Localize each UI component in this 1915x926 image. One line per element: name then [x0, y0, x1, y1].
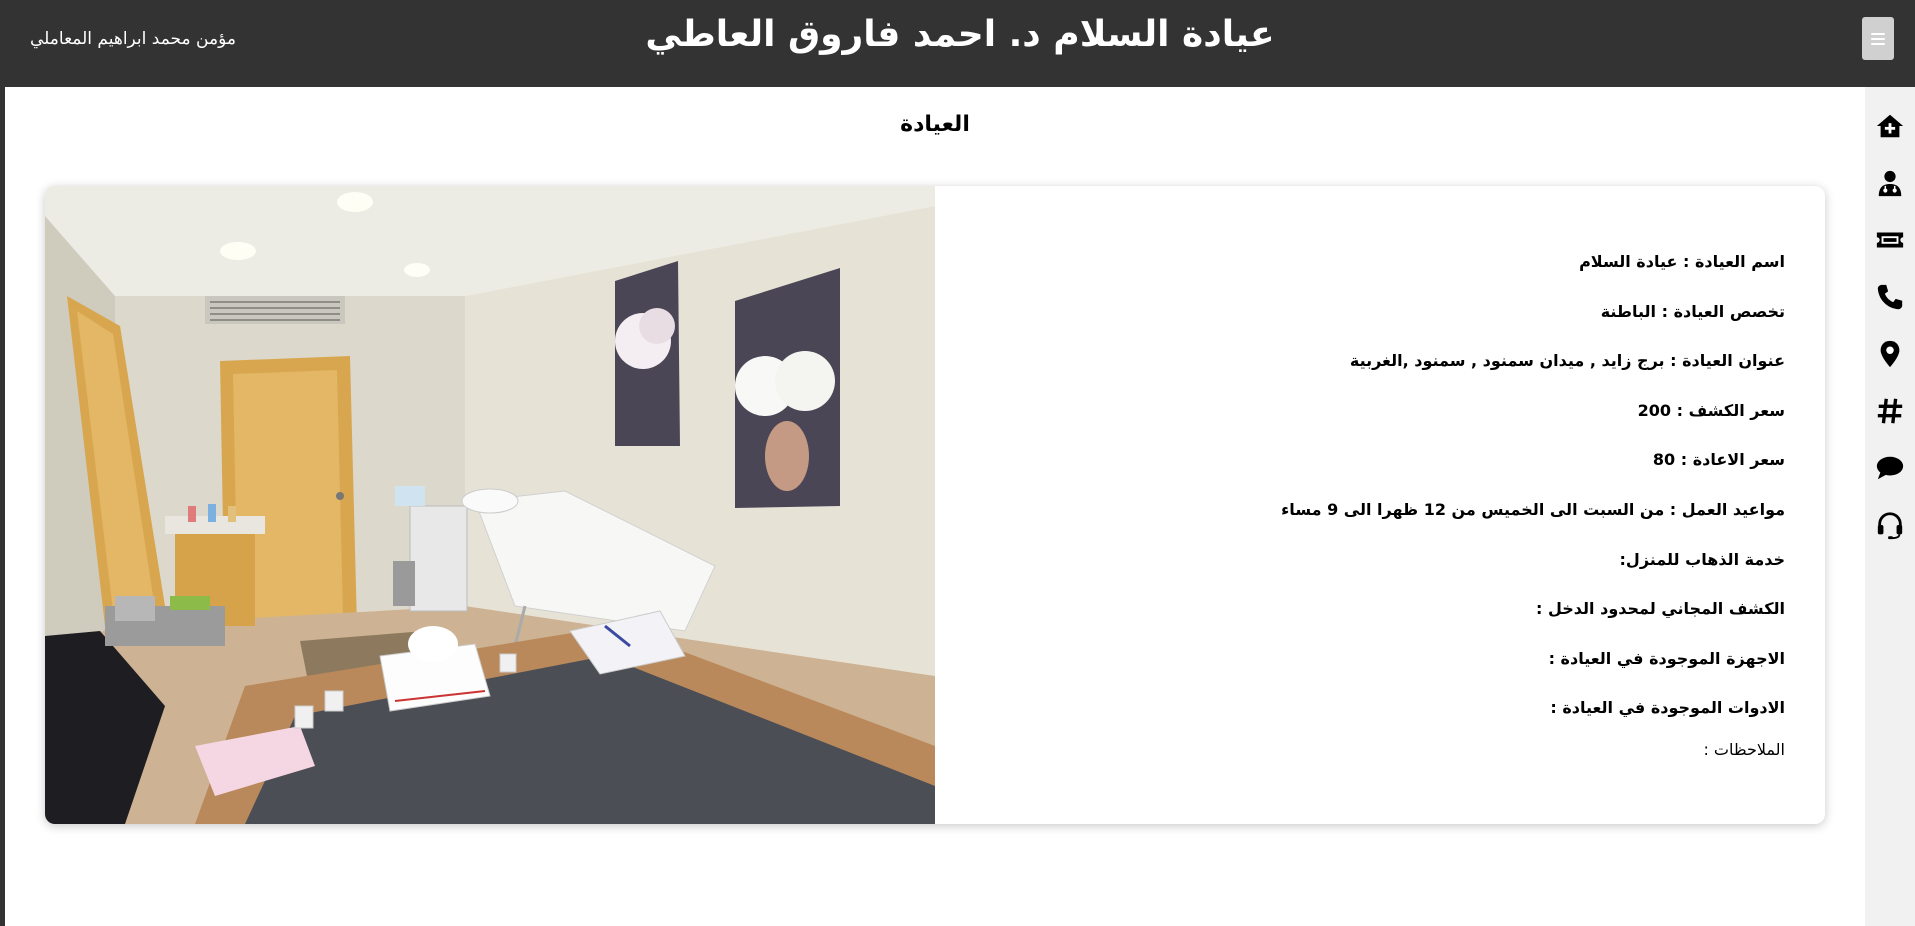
clinic-info: اسم العيادة : عيادة السلام تخصص العيادة … [965, 251, 1785, 789]
home-plus-icon [1876, 114, 1904, 137]
phone-icon [1877, 284, 1903, 309]
clinic-specialty-label: تخصص العيادة : [1656, 301, 1785, 321]
exam-price-label: سعر الكشف : [1671, 400, 1785, 420]
clinic-specialty-row: تخصص العيادة : الباطنة [965, 301, 1785, 351]
exam-price-row: سعر الكشف : 200 [965, 400, 1785, 450]
devices-row: الاجهزة الموجودة في العيادة : [965, 648, 1785, 698]
clinic-card: اسم العيادة : عيادة السلام تخصص العيادة … [45, 186, 1825, 824]
sidebar-item-phone[interactable] [1870, 268, 1910, 325]
clinic-photo [45, 186, 935, 824]
clinic-name-value: عيادة السلام [1579, 252, 1678, 271]
revisit-price-row: سعر الاعادة : 80 [965, 449, 1785, 499]
working-hours-value: من السبت الى الخميس من 12 ظهرا الى 9 مسا… [1281, 499, 1665, 519]
sidebar-item-location[interactable] [1870, 325, 1910, 382]
free-exam-row: الكشف المجاني لمحدود الدخل : [965, 598, 1785, 648]
clinic-name-row: اسم العيادة : عيادة السلام [965, 251, 1785, 301]
sidebar-item-hashtag[interactable] [1870, 382, 1910, 439]
left-edge-bar [0, 0, 5, 926]
sidebar-item-support[interactable] [1870, 496, 1910, 553]
hamburger-icon [1871, 32, 1885, 45]
chat-icon [1876, 456, 1904, 479]
clinic-specialty-value: الباطنة [1600, 301, 1657, 321]
sidebar-item-ticket[interactable] [1870, 211, 1910, 268]
clinic-address-value: برج زايد , ميدان سمنود , سمنود ,الغربية [1349, 351, 1665, 371]
site-title: عيادة السلام د. احمد فاروق العاطي [645, 14, 1275, 55]
revisit-price-value: 80 [1652, 450, 1676, 470]
clinic-address-row: عنوان العيادة : برج زايد , ميدان سمنود ,… [965, 350, 1785, 400]
menu-button[interactable] [1862, 17, 1894, 60]
home-service-row: خدمة الذهاب للمنزل: [965, 549, 1785, 599]
home-service-label: خدمة الذهاب للمنزل: [1619, 549, 1785, 569]
working-hours-label: مواعيد العمل : [1664, 499, 1785, 519]
notes-label: الملاحظات : [1703, 740, 1785, 760]
exam-price-value: 200 [1637, 400, 1672, 420]
top-bar: مؤمن محمد ابراهيم المعاملي عيادة السلام … [5, 0, 1915, 87]
free-exam-label: الكشف المجاني لمحدود الدخل : [1536, 599, 1785, 619]
clinic-name-label: اسم العيادة : [1677, 252, 1785, 271]
doctor-icon [1878, 170, 1902, 196]
devices-label: الاجهزة الموجودة في العيادة : [1548, 648, 1785, 668]
tools-label: الادوات الموجودة في العيادة : [1550, 698, 1785, 718]
location-icon [1880, 340, 1900, 367]
sidebar-item-chat[interactable] [1870, 439, 1910, 496]
tools-row: الادوات الموجودة في العيادة : [965, 697, 1785, 739]
sidebar-item-doctor[interactable] [1870, 154, 1910, 211]
sidebar [1865, 87, 1915, 926]
clinic-address-label: عنوان العيادة : [1664, 351, 1785, 371]
ticket-icon [1876, 232, 1904, 247]
hashtag-icon [1877, 398, 1903, 423]
headset-icon [1877, 511, 1903, 539]
page-title: العيادة [900, 112, 970, 137]
working-hours-row: مواعيد العمل : من السبت الى الخميس من 12… [965, 499, 1785, 549]
sidebar-item-home[interactable] [1870, 97, 1910, 154]
notes-row: الملاحظات : [965, 739, 1785, 789]
revisit-price-label: سعر الاعادة : [1675, 450, 1785, 470]
